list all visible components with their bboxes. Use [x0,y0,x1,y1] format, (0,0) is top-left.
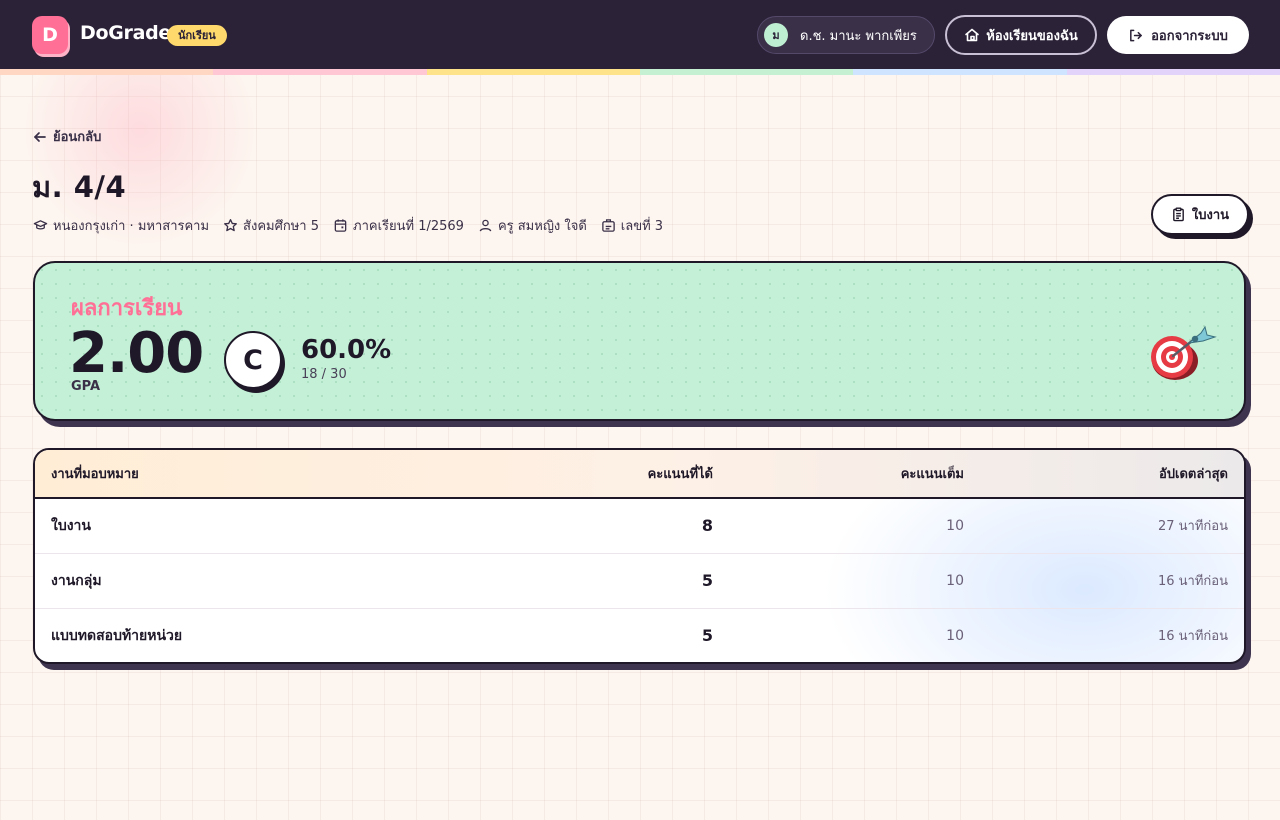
assignment-name: แบบทดสอบท้ายหน่วย [51,627,183,644]
star-icon [223,218,238,233]
meta-number-text: เลขที่ 3 [620,219,664,234]
col-score-header[interactable]: คะแนนที่ได้ [455,450,729,498]
table-row[interactable]: ใบงาน 8 10 27 นาทีก่อน [35,498,1244,553]
target-dart-icon [1145,323,1217,387]
user-name: ด.ช. มานะ พากเพียร [800,28,917,44]
scores-table: งานที่มอบหมาย คะแนนที่ได้ คะแนนเต็ม อัปเ… [35,450,1244,662]
score-fraction: 18 / 30 [301,367,347,382]
rainbow-divider [0,69,1280,75]
meta-teacher: ครู สมหญิง ใจดี [478,215,587,236]
assignment-updated: 27 นาทีก่อน [1158,519,1228,535]
assignment-score: 8 [701,516,713,536]
table-row[interactable]: งานกลุ่ม 5 10 16 นาทีก่อน [35,553,1244,608]
meta-subject-text: สังคมศึกษา 5 [243,219,319,234]
assignment-max: 10 [946,517,964,534]
scores-table-card: งานที่มอบหมาย คะแนนที่ได้ คะแนนเต็ม อัปเ… [33,448,1246,664]
user-profile-pill[interactable]: ม ด.ช. มานะ พากเพียร [757,16,935,54]
assignment-name: ใบงาน [51,517,91,534]
id-badge-icon [601,218,616,233]
page-title: ม. 4/4 [32,170,127,204]
logout-icon [1128,28,1143,43]
my-classes-label: ห้องเรียนของฉัน [986,28,1078,44]
col-max-header[interactable]: คะแนนเต็ม [729,450,980,498]
brand-name[interactable]: DoGrade [80,22,171,44]
home-icon [964,27,980,43]
top-navbar: D DoGrade นักเรียน ม ด.ช. มานะ พากเพียร … [0,0,1280,69]
brand-logo[interactable]: D [32,16,68,54]
assignment-score: 5 [701,571,713,590]
back-link[interactable]: ย้อนกลับ [33,126,101,147]
role-badge: นักเรียน [167,25,227,46]
table-header-row: งานที่มอบหมาย คะแนนที่ได้ คะแนนเต็ม อัปเ… [35,450,1244,498]
meta-term-text: ภาคเรียนที่ 1/2569 [353,219,464,234]
arrow-left-icon [33,130,47,144]
my-classes-button[interactable]: ห้องเรียนของฉัน [945,15,1097,55]
logo-letter: D [42,24,58,46]
class-meta-row: หนองกรุงเก่า · มหาสารคาม สังคมศึกษา 5 ภา… [33,215,677,236]
assignment-score: 5 [701,626,713,646]
rainbow-segment [213,69,427,75]
assignment-updated: 16 นาทีก่อน [1158,574,1228,589]
col-assignment-header[interactable]: งานที่มอบหมาย [35,450,455,498]
meta-school-text: หนองกรุงเก่า · มหาสารคาม [53,219,210,234]
meta-subject: สังคมศึกษา 5 [223,215,319,236]
grade-card-label: ผลการเรียน [71,296,183,321]
rainbow-segment [426,69,640,75]
worksheet-button[interactable]: ใบงาน [1151,194,1249,235]
assignment-max: 10 [946,627,964,644]
worksheet-button-label: ใบงาน [1191,208,1230,223]
avatar: ม [764,23,788,47]
logout-button[interactable]: ออกจากระบบ [1107,16,1249,54]
assignment-updated: 16 นาทีก่อน [1158,629,1228,645]
percent-score: 60.0% [301,335,392,365]
letter-grade-badge: C [224,331,282,389]
assignment-name: งานกลุ่ม [51,572,102,589]
table-row[interactable]: แบบทดสอบท้ายหน่วย 5 10 16 นาทีก่อน [35,608,1244,662]
graduation-cap-icon [33,218,48,233]
clipboard-icon [1171,207,1186,222]
assignment-max: 10 [946,572,964,589]
col-updated-header[interactable]: อัปเดตล่าสุด [980,450,1244,498]
rainbow-segment [1066,69,1280,75]
gpa-caption: GPA [71,379,101,394]
meta-teacher-text: ครู สมหญิง ใจดี [497,219,587,234]
meta-school: หนองกรุงเก่า · มหาสารคาม [33,215,209,236]
user-icon [478,218,493,233]
meta-number: เลขที่ 3 [601,215,663,236]
meta-term: ภาคเรียนที่ 1/2569 [333,215,464,236]
back-label: ย้อนกลับ [53,130,102,145]
logout-label: ออกจากระบบ [1151,28,1228,44]
rainbow-segment [853,69,1067,75]
rainbow-segment [0,69,214,75]
gpa-value: 2.00 [69,321,204,386]
rainbow-segment [639,69,854,75]
calendar-icon [333,218,348,233]
grade-summary-card: ผลการเรียน 2.00 GPA C 60.0% 18 / 30 [33,261,1246,421]
